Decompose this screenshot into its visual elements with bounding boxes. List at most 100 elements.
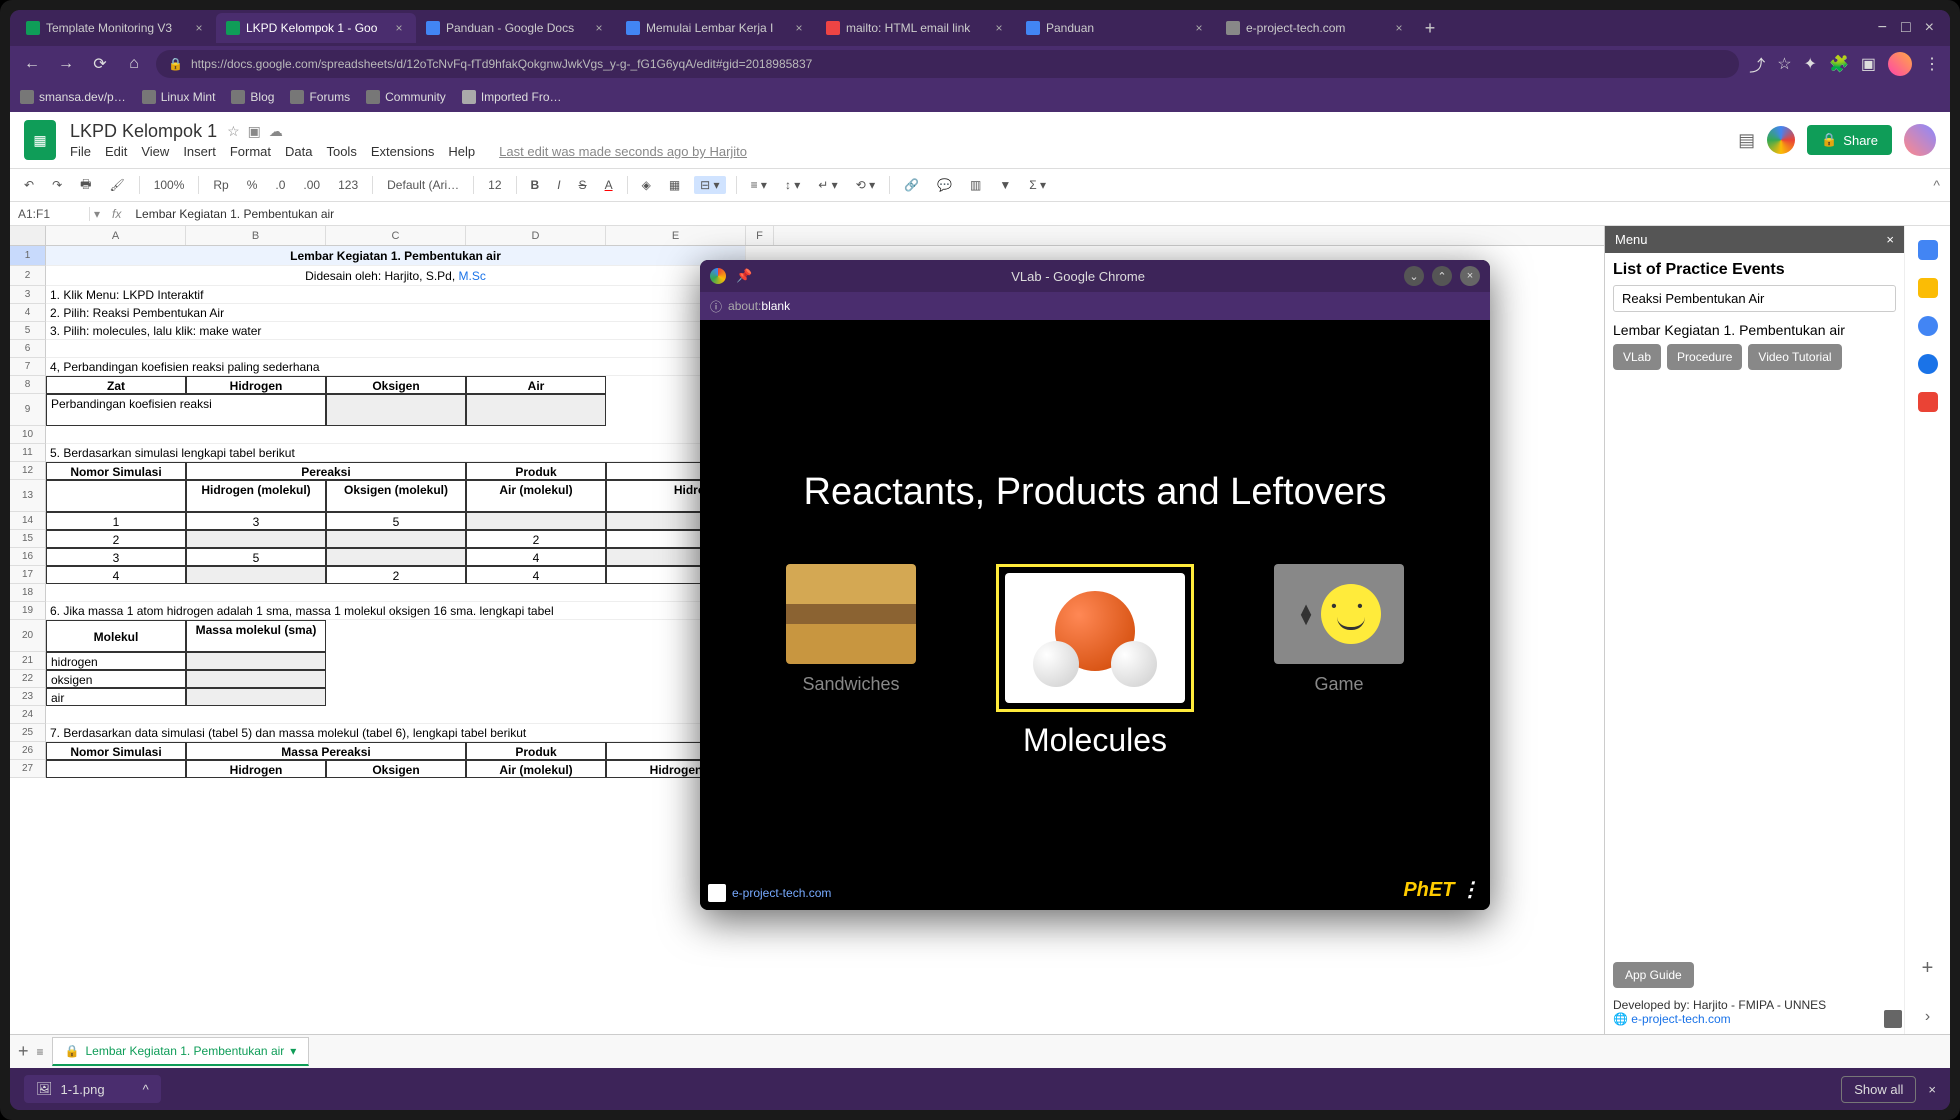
bookmark-item[interactable]: Blog [231, 90, 274, 104]
add-addon-icon[interactable]: + [1922, 957, 1934, 980]
move-icon[interactable]: ▣ [248, 123, 261, 140]
menu-insert[interactable]: Insert [183, 144, 216, 159]
tab-panduan2[interactable]: Panduan× [1016, 13, 1216, 43]
star-icon[interactable]: ☆ [1777, 54, 1791, 74]
maximize-icon[interactable]: □ [1901, 19, 1911, 37]
select-all-corner[interactable] [10, 226, 46, 245]
star-icon[interactable]: ☆ [227, 123, 240, 140]
dropdown-icon[interactable]: ▾ [90, 207, 104, 221]
show-all-button[interactable]: Show all [1841, 1076, 1916, 1103]
strike-button[interactable]: S [575, 176, 591, 194]
contacts-icon[interactable] [1918, 354, 1938, 374]
menu-tools[interactable]: Tools [326, 144, 356, 159]
percent-button[interactable]: % [243, 176, 262, 194]
text-color-button[interactable]: A [601, 176, 617, 194]
share-button[interactable]: 🔒Share [1807, 125, 1892, 155]
format-123-button[interactable]: 123 [334, 176, 362, 194]
paint-format-button[interactable]: 🖌 [105, 176, 128, 194]
vlab-button[interactable]: VLab [1613, 344, 1661, 370]
pin-icon[interactable]: 📌 [736, 268, 752, 284]
tasks-icon[interactable] [1918, 316, 1938, 336]
app-guide-button[interactable]: App Guide [1613, 962, 1694, 988]
last-edit-link[interactable]: Last edit was made seconds ago by Harjit… [499, 144, 747, 159]
col-header[interactable]: C [326, 226, 466, 245]
col-header[interactable]: D [466, 226, 606, 245]
menu-file[interactable]: File [70, 144, 91, 159]
menu-help[interactable]: Help [448, 144, 475, 159]
menu-data[interactable]: Data [285, 144, 312, 159]
sandwiches-option[interactable]: Sandwiches [786, 564, 916, 695]
close-panel-icon[interactable]: × [1886, 232, 1894, 247]
tab-panduan-docs[interactable]: Panduan - Google Docs× [416, 13, 616, 43]
vlab-address-bar[interactable]: ⓘ about:blank [700, 292, 1490, 320]
extensions-icon[interactable]: 🧩 [1829, 54, 1849, 74]
footer-link[interactable]: e-project-tech.com [708, 884, 831, 902]
font-size-input[interactable]: 12 [484, 176, 505, 194]
bookmark-item[interactable]: Linux Mint [142, 90, 216, 104]
cell-reference[interactable]: A1:F1 [10, 207, 90, 221]
rotate-button[interactable]: ⟲ ▾ [852, 176, 879, 194]
wrap-button[interactable]: ↵ ▾ [814, 176, 841, 194]
collapse-toolbar-button[interactable]: ^ [1933, 177, 1940, 193]
formula-input[interactable]: Lembar Kegiatan 1. Pembentukan air [129, 207, 1950, 221]
sheet-tab[interactable]: 🔒 Lembar Kegiatan 1. Pembentukan air ▾ [52, 1037, 310, 1066]
share-icon[interactable]: ⤴ [1749, 52, 1765, 76]
valign-button[interactable]: ↕ ▾ [781, 176, 804, 194]
user-avatar[interactable] [1904, 124, 1936, 156]
bookmark-item[interactable]: smansa.dev/p… [20, 90, 126, 104]
forward-button[interactable]: → [54, 52, 78, 76]
keep-icon[interactable] [1918, 278, 1938, 298]
print-button[interactable]: 🖶 [76, 173, 95, 198]
tab-lkpd[interactable]: LKPD Kelompok 1 - Goo× [216, 13, 416, 43]
bookmark-item[interactable]: Forums [290, 90, 350, 104]
close-download-bar-icon[interactable]: × [1928, 1082, 1936, 1097]
close-icon[interactable]: × [1460, 266, 1480, 286]
home-button[interactable]: ⌂ [122, 52, 146, 76]
fill-color-button[interactable]: ◈ [638, 176, 655, 194]
minimize-icon[interactable]: ⌄ [1404, 266, 1424, 286]
comment-icon[interactable]: ▤ [1738, 130, 1755, 151]
link-button[interactable]: 🔗 [900, 176, 923, 194]
maximize-icon[interactable]: ⌃ [1432, 266, 1452, 286]
side-panel-icon[interactable]: ▣ [1861, 54, 1876, 74]
menu-icon[interactable]: ⋮ [1924, 54, 1940, 74]
inc-dec-button[interactable]: .00 [299, 176, 324, 194]
tab-memulai[interactable]: Memulai Lembar Kerja I× [616, 13, 816, 43]
zoom-select[interactable]: 100% [150, 176, 189, 194]
undo-button[interactable]: ↶ [20, 176, 38, 194]
functions-button[interactable]: Σ ▾ [1025, 176, 1050, 194]
close-icon[interactable]: × [1192, 21, 1206, 35]
menu-view[interactable]: View [141, 144, 169, 159]
maps-icon[interactable] [1918, 392, 1938, 412]
tab-template-monitoring[interactable]: Template Monitoring V3× [16, 13, 216, 43]
back-button[interactable]: ← [20, 52, 44, 76]
video-tutorial-button[interactable]: Video Tutorial [1748, 344, 1841, 370]
bold-button[interactable]: B [527, 176, 544, 194]
reload-button[interactable]: ⟳ [88, 52, 112, 76]
close-icon[interactable]: × [592, 21, 606, 35]
italic-button[interactable]: I [553, 176, 564, 194]
halign-button[interactable]: ≡ ▾ [747, 176, 771, 194]
eproject-link[interactable]: e-project-tech.com [1631, 1012, 1730, 1026]
rail-collapse-icon[interactable]: › [1925, 1008, 1930, 1026]
download-item[interactable]: 🖼 1-1.png ^ [24, 1075, 161, 1103]
add-sheet-button[interactable]: + [18, 1041, 29, 1062]
sheets-logo-icon[interactable]: ▦ [24, 120, 56, 160]
col-header[interactable]: A [46, 226, 186, 245]
all-sheets-button[interactable]: ≡ [37, 1045, 44, 1059]
close-icon[interactable]: × [792, 21, 806, 35]
tab-mailto[interactable]: mailto: HTML email link× [816, 13, 1016, 43]
bookmark-item[interactable]: Imported Fro… [462, 90, 562, 104]
game-option[interactable]: ▲▼ Game [1274, 564, 1404, 695]
close-icon[interactable]: × [392, 21, 406, 35]
close-icon[interactable]: × [1392, 21, 1406, 35]
filter-button[interactable]: ▼ [995, 176, 1015, 194]
minimize-icon[interactable]: − [1878, 19, 1887, 37]
close-window-icon[interactable]: × [1925, 19, 1934, 37]
bookmark-item[interactable]: Community [366, 90, 446, 104]
col-header[interactable]: B [186, 226, 326, 245]
chart-button[interactable]: ▥ [966, 176, 985, 194]
close-icon[interactable]: × [192, 21, 206, 35]
url-input[interactable]: 🔒 https://docs.google.com/spreadsheets/d… [156, 50, 1739, 78]
comment-button[interactable]: 💬 [933, 176, 956, 194]
